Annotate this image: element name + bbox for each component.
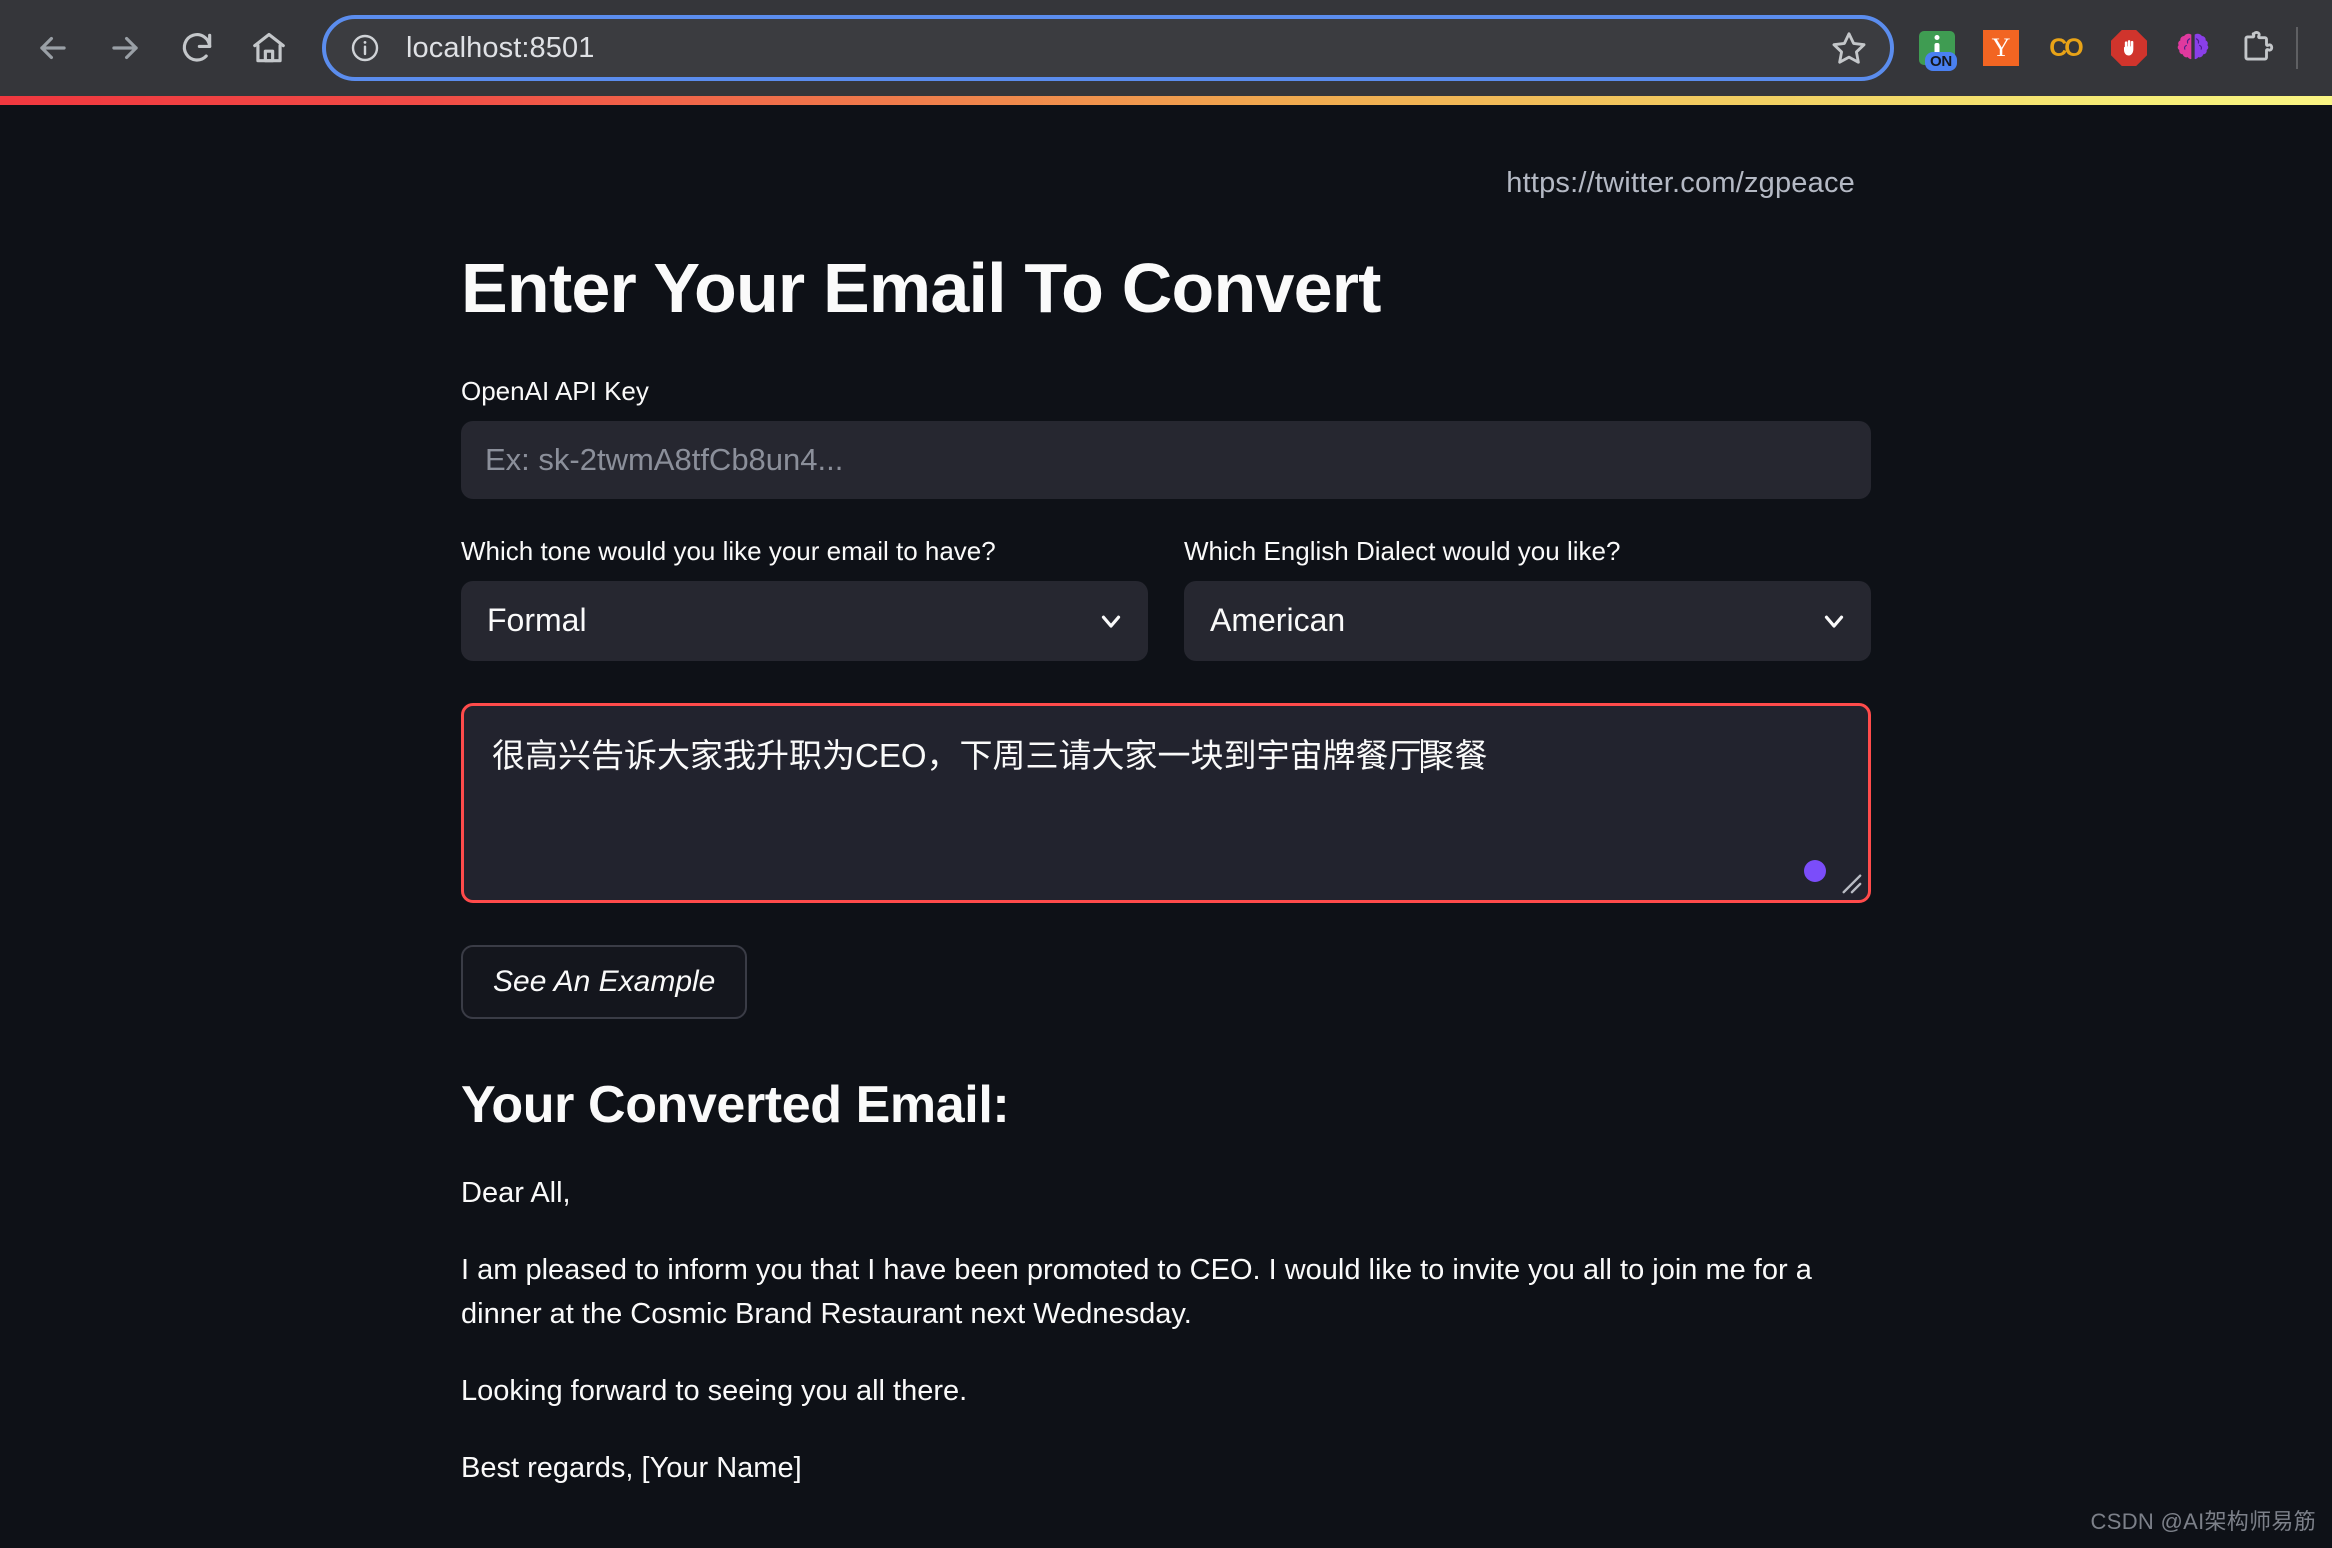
adblock-extension-icon[interactable] bbox=[2106, 25, 2152, 71]
result-paragraph: I am pleased to inform you that I have b… bbox=[461, 1253, 1812, 1331]
brain-glyph bbox=[2177, 33, 2209, 60]
ime-indicator-dot bbox=[1804, 859, 1826, 882]
api-key-input[interactable] bbox=[461, 420, 1871, 499]
reload-button[interactable] bbox=[166, 17, 228, 79]
stop-hand-glyph bbox=[2111, 30, 2147, 66]
home-icon bbox=[253, 32, 285, 63]
info-circle-icon[interactable] bbox=[348, 31, 382, 65]
yandex-extension-icon[interactable]: Y bbox=[1978, 25, 2024, 71]
puzzle-glyph bbox=[2244, 31, 2274, 61]
options-row: Which tone would you like your email to … bbox=[461, 535, 1871, 661]
result-paragraph: Dear All, bbox=[461, 1176, 571, 1209]
dialect-selected-value: American bbox=[1210, 602, 1346, 639]
forward-button[interactable] bbox=[94, 17, 156, 79]
dialect-label: Which English Dialect would you like? bbox=[1184, 535, 1621, 566]
star-icon[interactable] bbox=[1826, 25, 1872, 71]
email-textarea-content: 很高兴告诉大家我升职为CEO，下周三请大家一块到宇宙牌餐厅聚餐 bbox=[492, 732, 1840, 780]
tone-select[interactable]: Formal bbox=[461, 580, 1148, 661]
tone-selected-value: Formal bbox=[487, 602, 587, 639]
home-button[interactable] bbox=[238, 17, 300, 79]
extension-on-badge: ON bbox=[1925, 52, 1957, 71]
yandex-glyph: Y bbox=[1983, 30, 2019, 66]
tone-label: Which tone would you like your email to … bbox=[461, 535, 996, 566]
address-bar[interactable]: localhost:8501 bbox=[322, 15, 1894, 81]
twitter-link[interactable]: https://twitter.com/zgpeace bbox=[461, 167, 1871, 200]
back-button[interactable] bbox=[22, 17, 84, 79]
result-paragraph: Best regards, [Your Name] bbox=[461, 1452, 802, 1485]
result-heading: Your Converted Email: bbox=[461, 1075, 1010, 1134]
colab-extension-icon[interactable]: CO bbox=[2042, 25, 2088, 71]
forward-arrow-icon bbox=[112, 36, 138, 60]
app-page: https://twitter.com/zgpeace Enter Your E… bbox=[0, 105, 2332, 1548]
toolbar-divider bbox=[2296, 27, 2298, 69]
extensions-tray: ON Y CO bbox=[1914, 25, 2284, 71]
password-manager-extension-icon[interactable]: ON bbox=[1914, 25, 1960, 71]
chevron-down-icon bbox=[1824, 615, 1844, 628]
url-text: localhost:8501 bbox=[406, 31, 595, 64]
tone-field: Which tone would you like your email to … bbox=[461, 535, 1148, 661]
reload-icon bbox=[182, 33, 212, 62]
extensions-puzzle-icon[interactable] bbox=[2234, 25, 2280, 71]
brain-ai-extension-icon[interactable] bbox=[2170, 25, 2216, 71]
app-content-container: https://twitter.com/zgpeace Enter Your E… bbox=[461, 105, 1871, 1491]
email-textarea[interactable]: 很高兴告诉大家我升职为CEO，下周三请大家一块到宇宙牌餐厅聚餐 bbox=[461, 702, 1871, 903]
email-text-after-caret: 聚餐 bbox=[1421, 736, 1488, 774]
email-text-before-caret: 很高兴告诉大家我升职为CEO，下周三请大家一块到宇宙牌餐厅 bbox=[492, 736, 1422, 774]
dialect-field: Which English Dialect would you like? Am… bbox=[1184, 535, 1871, 661]
loading-progress-bar bbox=[0, 96, 2332, 105]
chevron-down-icon bbox=[1101, 615, 1121, 628]
see-an-example-button[interactable]: See An Example bbox=[461, 944, 748, 1019]
back-arrow-icon bbox=[40, 36, 66, 60]
watermark: CSDN @AI架构师易筋 bbox=[2090, 1509, 2316, 1534]
resize-handle[interactable] bbox=[1840, 872, 1862, 894]
colab-glyph: CO bbox=[2049, 33, 2083, 62]
dialect-select[interactable]: American bbox=[1184, 580, 1871, 661]
api-key-label: OpenAI API Key bbox=[461, 376, 649, 406]
browser-toolbar: localhost:8501 ON Y CO bbox=[0, 0, 2332, 96]
page-title: Enter Your Email To Convert bbox=[461, 249, 1381, 327]
result-paragraph: Looking forward to seeing you all there. bbox=[461, 1375, 968, 1408]
